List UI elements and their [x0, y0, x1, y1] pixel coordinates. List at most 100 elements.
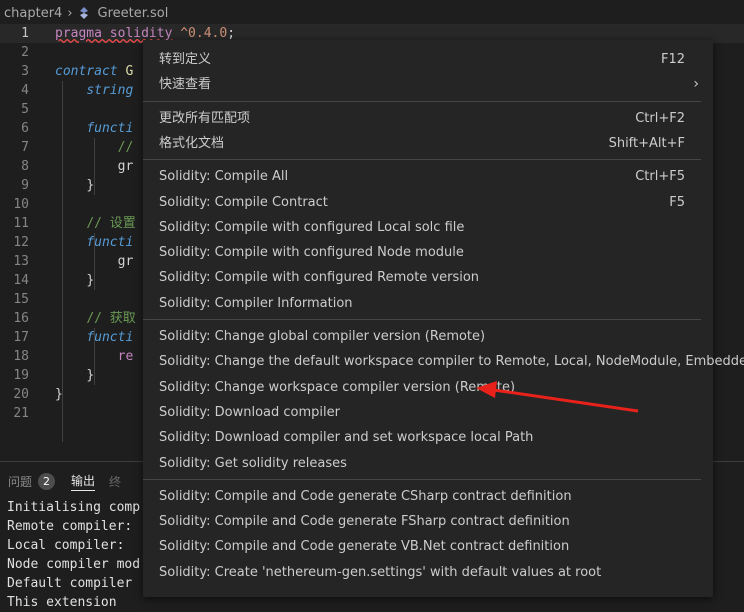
- output-line: This extension: [7, 595, 117, 610]
- output-line: Initialising comp: [7, 500, 141, 515]
- line-number: 8: [21, 159, 29, 174]
- output-line: Remote compiler:: [7, 519, 133, 534]
- menu-item[interactable]: Solidity: Change global compiler version…: [143, 324, 713, 349]
- menu-item[interactable]: Solidity: Create 'nethereum-gen.settings…: [143, 560, 713, 585]
- menu-item-label: 转到定义: [159, 52, 212, 67]
- menu-separator: [143, 319, 701, 320]
- menu-item-label: Solidity: Compile with configured Node m…: [159, 245, 464, 261]
- menu-item[interactable]: Solidity: Get solidity releases: [143, 451, 713, 476]
- menu-item[interactable]: Solidity: Change workspace compiler vers…: [143, 375, 713, 400]
- menu-item[interactable]: Solidity: Download compiler and set work…: [143, 425, 713, 450]
- menu-item[interactable]: Solidity: Compile Contract F5: [143, 190, 713, 215]
- menu-item-shortcut: F5: [669, 194, 685, 210]
- line-number: 6: [21, 121, 29, 136]
- line-number: 10: [13, 197, 29, 212]
- menu-item-shortcut: Ctrl+F5: [635, 169, 685, 185]
- line-number: 19: [13, 368, 29, 383]
- chevron-right-icon: ›: [693, 76, 699, 93]
- solidity-file-icon: [79, 7, 88, 19]
- menu-item-label: Solidity: Download compiler: [159, 404, 340, 420]
- menu-item-shortcut: F12: [660, 52, 685, 67]
- menu-item[interactable]: Solidity: Download compiler: [143, 400, 713, 425]
- code-text: // 获取: [86, 311, 136, 326]
- menu-item[interactable]: Solidity: Compile with configured Node m…: [143, 240, 713, 265]
- output-line: Node compiler mod: [7, 557, 141, 572]
- output-log: Initialising comp Remote compiler: Local…: [7, 498, 140, 612]
- menu-separator: [143, 478, 701, 480]
- tab-terminal-label: 终: [109, 474, 122, 489]
- breadcrumb-folder[interactable]: chapter4: [4, 6, 62, 21]
- menu-item[interactable]: 转到定义 F12: [143, 47, 713, 72]
- line-number: 7: [21, 140, 29, 155]
- menu-item[interactable]: Solidity: Compile and Code generate VB.N…: [143, 534, 713, 559]
- output-line: Local compiler:: [7, 538, 125, 553]
- line-number: 5: [21, 102, 29, 117]
- breadcrumb: chapter4 › Greeter.sol: [0, 0, 744, 26]
- line-number: 15: [13, 292, 29, 307]
- menu-item-label: Solidity: Compile Contract: [159, 194, 328, 210]
- menu-item-label: Solidity: Compiler Information: [159, 295, 353, 311]
- menu-item[interactable]: Solidity: Change the default workspace c…: [143, 349, 744, 374]
- tab-terminal[interactable]: 终: [109, 473, 121, 490]
- menu-item[interactable]: Solidity: Compile with configured Remote…: [143, 265, 713, 290]
- menu-item-label: Solidity: Download compiler and set work…: [159, 430, 534, 446]
- menu-item-label: Solidity: Change the default workspace c…: [159, 354, 744, 370]
- menu-item-label: Solidity: Change global compiler version…: [159, 329, 486, 344]
- menu-item[interactable]: 快速查看 ›: [143, 72, 713, 97]
- menu-item-label: 格式化文档: [159, 135, 225, 151]
- menu-item-label: Solidity: Compile and Code generate CSha…: [159, 488, 572, 504]
- tab-problems[interactable]: 问题 2: [8, 472, 56, 490]
- indent-guide: [94, 138, 95, 195]
- menu-item-label: Solidity: Create 'nethereum-gen.settings…: [159, 564, 602, 580]
- code-text: }: [86, 178, 95, 193]
- line-number: 18: [13, 349, 29, 364]
- line-number: 1: [21, 26, 29, 41]
- menu-item-label: Solidity: Change workspace compiler vers…: [159, 379, 516, 395]
- menu-item[interactable]: Solidity: Compile and Code generate CSha…: [143, 484, 713, 509]
- breadcrumb-file[interactable]: Greeter.sol: [98, 6, 169, 21]
- line-number: 13: [13, 254, 29, 269]
- line-number: 11: [13, 216, 29, 231]
- menu-separator: [143, 100, 701, 102]
- menu-separator: [143, 159, 701, 161]
- line-number: 17: [13, 330, 29, 345]
- tab-output-label: 输出: [71, 473, 96, 488]
- menu-item-shortcut: Shift+Alt+F: [608, 135, 685, 151]
- code-text: string: [86, 83, 134, 98]
- menu-item-label: Solidity: Get solidity releases: [159, 455, 347, 471]
- menu-item[interactable]: Solidity: Compiler Information: [143, 291, 713, 316]
- code-text: contract G: [55, 64, 134, 79]
- indent-guide: [94, 233, 95, 290]
- menu-item[interactable]: Solidity: Compile and Code generate FSha…: [143, 509, 713, 534]
- menu-item-label: Solidity: Compile with configured Remote…: [159, 270, 480, 286]
- menu-item-label: Solidity: Compile with configured Local …: [159, 219, 465, 235]
- code-text: }: [86, 368, 95, 383]
- indent-guide: [62, 81, 63, 442]
- line-number: 14: [13, 273, 29, 288]
- code-text: functi: [86, 121, 134, 136]
- menu-item[interactable]: 更改所有匹配项 Ctrl+F2: [143, 106, 713, 131]
- chevron-right-icon: ›: [67, 5, 73, 21]
- menu-item-label: Solidity: Compile and Code generate FSha…: [159, 514, 570, 530]
- code-text: // 设置: [86, 216, 136, 231]
- line-number: 20: [13, 387, 29, 402]
- output-line: Default compiler: [7, 576, 133, 591]
- menu-item-label: Solidity: Compile All: [159, 169, 289, 185]
- code-text: }: [86, 273, 95, 288]
- line-number: 21: [13, 406, 29, 421]
- line-number: 2: [21, 45, 29, 60]
- line-number: 16: [13, 311, 29, 326]
- menu-item[interactable]: 格式化文档 Shift+Alt+F: [143, 131, 713, 156]
- tab-output[interactable]: 输出: [71, 472, 96, 491]
- line-number: 3: [21, 64, 29, 79]
- menu-item[interactable]: Solidity: Compile All Ctrl+F5: [143, 164, 713, 189]
- line-number: 4: [21, 83, 29, 98]
- menu-item-label: Solidity: Compile and Code generate VB.N…: [159, 539, 570, 555]
- line-number: 12: [13, 235, 29, 250]
- menu-item[interactable]: Solidity: Compile with configured Local …: [143, 215, 713, 240]
- tab-problems-label: 问题: [8, 474, 33, 489]
- menu-item-shortcut: Ctrl+F2: [635, 110, 685, 126]
- problems-count-badge: 2: [38, 472, 56, 490]
- line-number: 9: [21, 178, 29, 193]
- menu-item-label: 快速查看: [159, 77, 212, 93]
